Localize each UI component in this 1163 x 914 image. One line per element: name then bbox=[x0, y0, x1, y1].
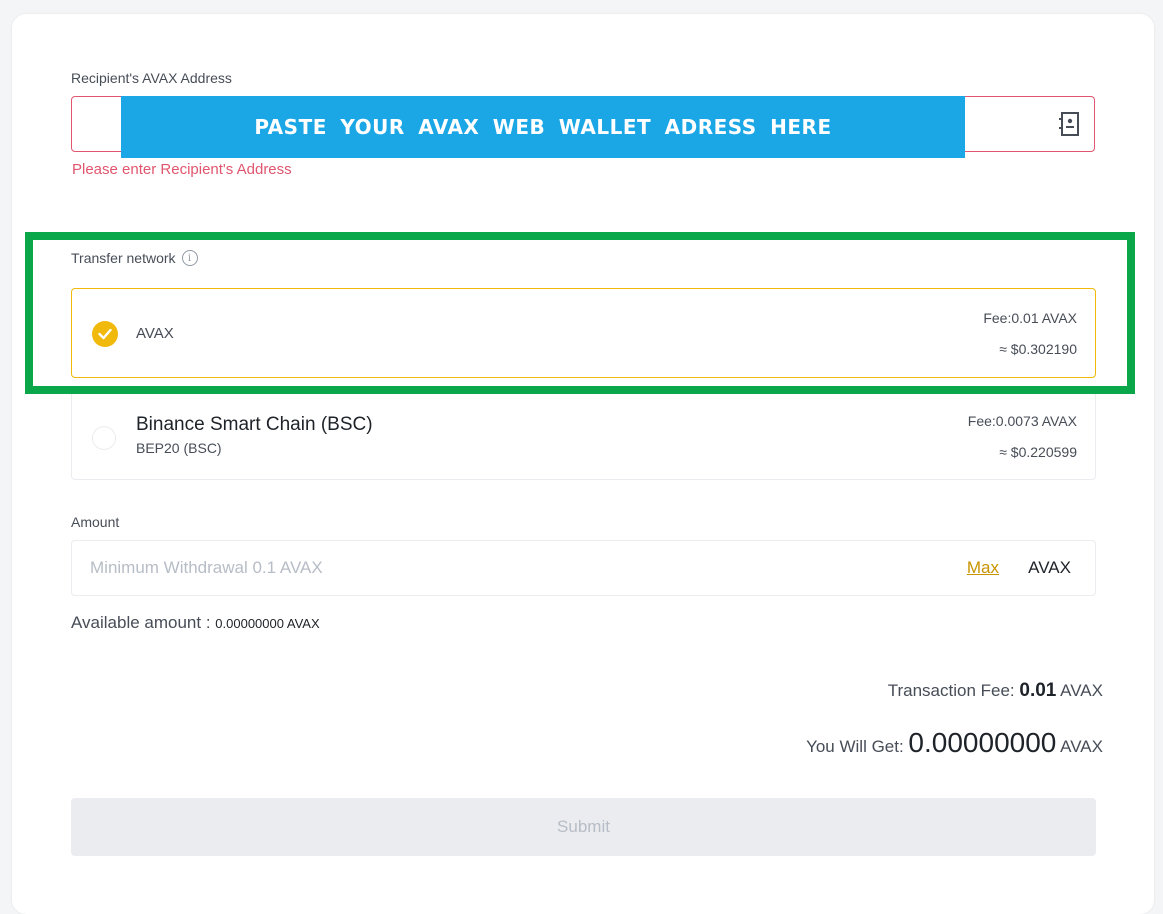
recipient-address-label: Recipient's AVAX Address bbox=[71, 70, 232, 86]
recipient-address-error: Please enter Recipient's Address bbox=[72, 161, 292, 178]
transaction-fee-value: 0.01 bbox=[1019, 680, 1057, 701]
network-fee-usd: ≈ $0.302190 bbox=[999, 341, 1077, 357]
amount-unit: AVAX bbox=[1028, 558, 1071, 577]
network-fee-usd: ≈ $0.220599 bbox=[999, 444, 1077, 460]
you-will-get-value: 0.00000000 bbox=[908, 727, 1057, 758]
transaction-fee: Transaction Fee: 0.01 AVAX bbox=[888, 680, 1103, 702]
you-will-get-unit: AVAX bbox=[1060, 737, 1103, 756]
radio-button[interactable] bbox=[92, 426, 116, 450]
address-book-icon[interactable] bbox=[1058, 111, 1082, 137]
network-option-avax[interactable]: AVAX Fee:0.01 AVAX ≈ $0.302190 bbox=[71, 288, 1096, 378]
available-amount: Available amount : 0.00000000 AVAX bbox=[71, 613, 320, 633]
network-option-bsc[interactable]: Binance Smart Chain (BSC) BEP20 (BSC) Fe… bbox=[71, 391, 1096, 480]
network-option-name: AVAX bbox=[136, 325, 174, 342]
transfer-network-label: Transfer network bbox=[71, 250, 176, 266]
you-will-get: You Will Get: 0.00000000 AVAX bbox=[806, 727, 1103, 759]
network-fee: Fee:0.0073 AVAX bbox=[967, 413, 1077, 429]
info-icon[interactable]: i bbox=[181, 250, 198, 266]
amount-placeholder: Minimum Withdrawal 0.1 AVAX bbox=[90, 558, 323, 577]
available-amount-value: 0.00000000 AVAX bbox=[215, 616, 320, 631]
transaction-fee-label: Transaction Fee: bbox=[887, 681, 1020, 700]
network-fee: Fee:0.01 AVAX bbox=[983, 310, 1077, 326]
transfer-network-heading: Transfer network i bbox=[71, 250, 198, 266]
paste-address-banner: PASTE YOUR AVAX WEB WALLET ADRESS HERE bbox=[121, 96, 965, 158]
available-amount-label: Available amount : bbox=[71, 613, 216, 632]
max-button[interactable]: Max bbox=[967, 558, 999, 578]
you-will-get-label: You Will Get: bbox=[806, 737, 909, 756]
network-option-name: Binance Smart Chain (BSC) bbox=[136, 414, 373, 435]
checkmark-icon bbox=[92, 321, 118, 347]
amount-label: Amount bbox=[71, 514, 120, 530]
transaction-fee-unit: AVAX bbox=[1060, 681, 1103, 700]
network-option-subtitle: BEP20 (BSC) bbox=[136, 440, 222, 456]
amount-input[interactable]: Minimum Withdrawal 0.1 AVAX Max AVAX bbox=[71, 540, 1096, 596]
submit-button[interactable]: Submit bbox=[71, 798, 1096, 856]
